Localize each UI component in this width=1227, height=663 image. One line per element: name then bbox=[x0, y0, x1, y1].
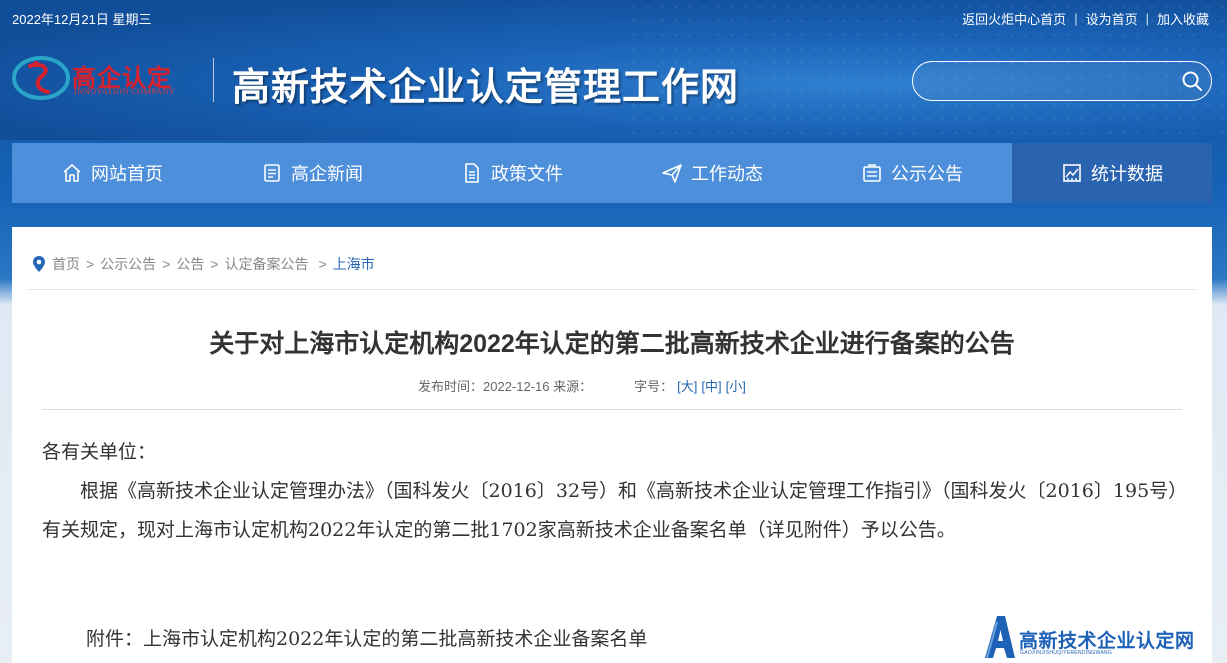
article-body: 各有关单位： 根据《高新技术企业认定管理办法》（国科发火〔2016〕32号）和《… bbox=[42, 433, 1184, 550]
add-favorite-link[interactable]: 加入收藏 bbox=[1157, 9, 1209, 28]
nav-statistics[interactable]: 统计数据 bbox=[1012, 143, 1212, 203]
send-icon bbox=[662, 164, 682, 183]
font-size-small-button[interactable]: [小] bbox=[726, 376, 746, 395]
return-torch-home-link[interactable]: 返回火炬中心首页 bbox=[962, 9, 1066, 28]
nav-news-label: 高企新闻 bbox=[291, 164, 363, 184]
content-card: 首页 > 公示公告 > 公告 > 认定备案公告 > 上海市 关于对上海市认定机构… bbox=[12, 227, 1212, 663]
breadcrumb-notices[interactable]: 公示公告 bbox=[100, 254, 156, 274]
nav-policy[interactable]: 政策文件 bbox=[412, 143, 612, 203]
breadcrumb-separator: > bbox=[210, 256, 219, 272]
breadcrumb-separator: > bbox=[314, 256, 327, 272]
site-header: 2022年12月21日 星期三 返回火炬中心首页 | 设为首页 | 加入收藏 高… bbox=[0, 0, 1227, 140]
article-title: 关于对上海市认定机构2022年认定的第二批高新技术企业进行备案的公告 bbox=[209, 330, 1015, 358]
site-title: 高新技术企业认定管理工作网 bbox=[232, 64, 740, 109]
logo-subtitle: INNOVATION COMPANY bbox=[74, 86, 176, 96]
set-homepage-link[interactable]: 设为首页 bbox=[1086, 9, 1138, 28]
main-nav: 网站首页 高企新闻 政策文件 工作动态 公示公告 统计数据 bbox=[12, 143, 1212, 203]
nav-statistics-label: 统计数据 bbox=[1091, 164, 1163, 184]
location-pin-icon bbox=[33, 256, 45, 272]
news-icon bbox=[264, 164, 280, 182]
nav-news[interactable]: 高企新闻 bbox=[212, 143, 412, 203]
breadcrumb-divider bbox=[28, 289, 1196, 290]
nav-notices-label: 公示公告 bbox=[891, 164, 963, 184]
notice-icon bbox=[863, 164, 881, 182]
font-size-medium-button[interactable]: [中] bbox=[701, 376, 721, 395]
attachment-link[interactable]: 附件：上海市认定机构2022年认定的第二批高新技术企业备案名单 bbox=[86, 624, 647, 651]
link-separator: | bbox=[1145, 11, 1149, 26]
font-size-large-button[interactable]: [大] bbox=[677, 376, 697, 395]
breadcrumb: 首页 > 公示公告 > 公告 > 认定备案公告 > 上海市 bbox=[32, 254, 375, 274]
meta-divider bbox=[42, 409, 1182, 410]
current-date: 2022年12月21日 星期三 bbox=[12, 12, 152, 27]
document-icon bbox=[465, 163, 479, 183]
breadcrumb-filing[interactable]: 认定备案公告 bbox=[225, 254, 309, 274]
logo-emblem-icon bbox=[12, 56, 70, 100]
top-links: 返回火炬中心首页 | 设为首页 | 加入收藏 bbox=[962, 9, 1209, 28]
font-size-label: 字号： bbox=[634, 379, 674, 394]
breadcrumb-home[interactable]: 首页 bbox=[52, 254, 80, 274]
home-icon bbox=[63, 164, 81, 182]
salutation: 各有关单位： bbox=[42, 441, 157, 463]
search-input[interactable] bbox=[927, 70, 1167, 92]
nav-home[interactable]: 网站首页 bbox=[12, 143, 212, 203]
nav-policy-label: 政策文件 bbox=[491, 164, 563, 184]
link-separator: | bbox=[1074, 11, 1078, 26]
breadcrumb-current[interactable]: 上海市 bbox=[333, 254, 375, 274]
watermark-logo: 高新技术企业认定网 GAOXINJISHUQIYERENDINGWANG bbox=[983, 612, 1223, 660]
article-meta: 发布时间：2022-12-16 来源： 字号： [大] [中] [小] bbox=[418, 376, 746, 395]
breadcrumb-separator: > bbox=[86, 256, 95, 272]
nav-work-updates-label: 工作动态 bbox=[691, 164, 763, 184]
nav-home-label: 网站首页 bbox=[91, 164, 163, 184]
search-box bbox=[912, 61, 1212, 101]
breadcrumb-announcements[interactable]: 公告 bbox=[176, 254, 204, 274]
site-logo[interactable]: 高企认定 INNOVATION COMPANY bbox=[12, 54, 212, 104]
chart-icon bbox=[1063, 164, 1081, 182]
watermark-a-icon bbox=[985, 616, 1015, 659]
search-icon[interactable] bbox=[1181, 70, 1203, 92]
breadcrumb-separator: > bbox=[162, 256, 171, 272]
logo-divider bbox=[213, 58, 214, 102]
watermark-subtitle: GAOXINJISHUQIYERENDINGWANG bbox=[1020, 650, 1113, 656]
nav-work-updates[interactable]: 工作动态 bbox=[612, 143, 812, 203]
publish-info: 发布时间：2022-12-16 来源： bbox=[418, 379, 593, 394]
article-paragraph: 根据《高新技术企业认定管理办法》（国科发火〔2016〕32号）和《高新技术企业认… bbox=[42, 480, 1178, 541]
watermark-title: 高新技术企业认定网 bbox=[1019, 630, 1195, 652]
nav-notices[interactable]: 公示公告 bbox=[812, 143, 1012, 203]
